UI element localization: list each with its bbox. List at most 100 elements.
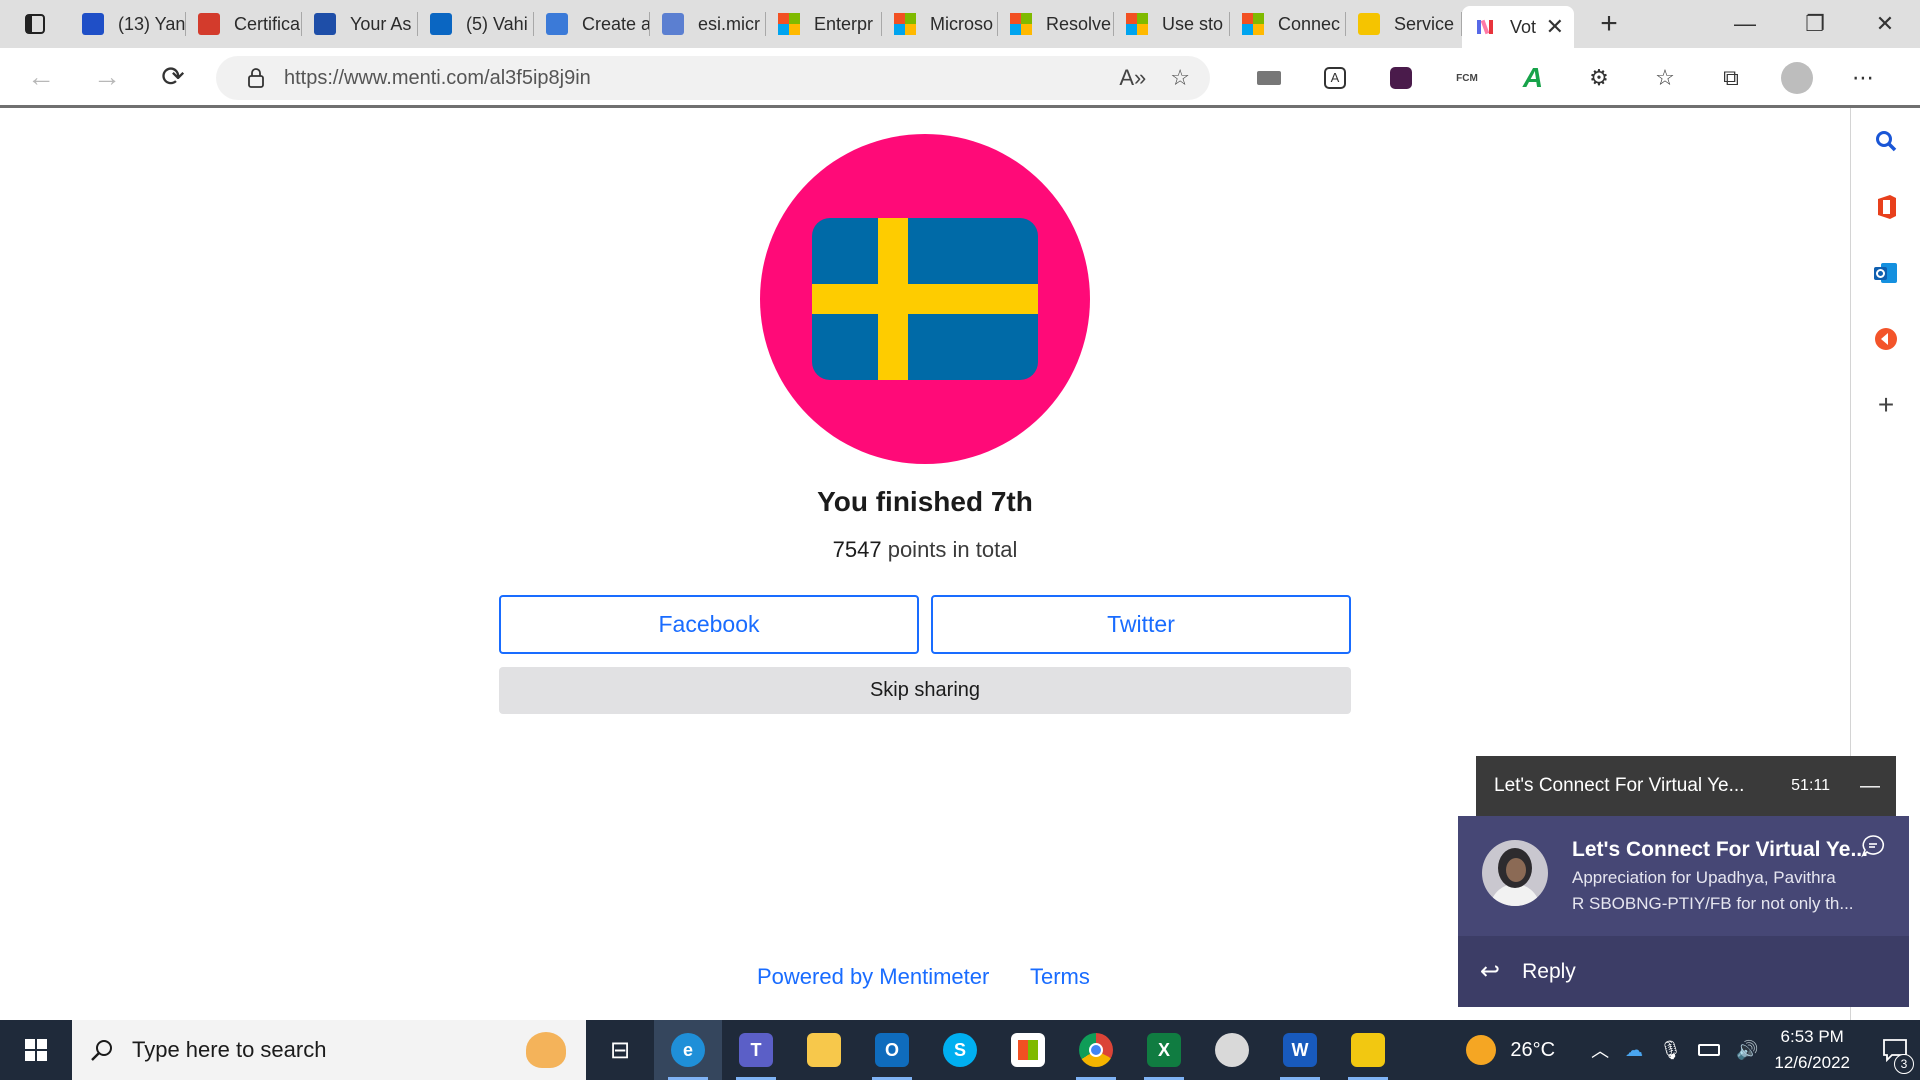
result-avatar bbox=[760, 134, 1090, 464]
browser-tab[interactable]: Create a bbox=[534, 0, 650, 48]
minimize-button[interactable]: — bbox=[1710, 0, 1780, 48]
browser-tab[interactable]: Enterpr bbox=[766, 0, 882, 48]
weather-widget[interactable]: 26°C bbox=[1466, 1035, 1555, 1065]
taskbar-outlook[interactable]: O bbox=[858, 1020, 926, 1080]
start-button[interactable] bbox=[0, 1020, 72, 1080]
browser-tab[interactable]: Certifica bbox=[186, 0, 302, 48]
favorites-icon[interactable]: ☆ bbox=[1632, 54, 1698, 102]
browser-tab[interactable]: esi.micr bbox=[650, 0, 766, 48]
facebook-share-button[interactable]: Facebook bbox=[499, 595, 919, 654]
sidebar-outlook-icon[interactable] bbox=[1851, 240, 1920, 306]
minimize-meeting-icon[interactable]: — bbox=[1850, 775, 1890, 798]
taskbar-excel[interactable]: X bbox=[1130, 1020, 1198, 1080]
sidebar-search-icon[interactable] bbox=[1851, 108, 1920, 174]
browser-tab[interactable]: Connec bbox=[1230, 0, 1346, 48]
browser-tab[interactable]: (13) Yan bbox=[70, 0, 186, 48]
chat-icon[interactable] bbox=[1860, 834, 1886, 858]
lock-icon[interactable] bbox=[246, 67, 266, 89]
notification-count: 3 bbox=[1894, 1054, 1914, 1074]
extension-icon[interactable] bbox=[1368, 54, 1434, 102]
clock[interactable]: 6:53 PM 12/6/2022 bbox=[1774, 1024, 1850, 1076]
sidebar-add-icon[interactable]: + bbox=[1851, 372, 1920, 438]
new-tab-button[interactable]: + bbox=[1584, 0, 1634, 48]
taskbar-teams[interactable]: T bbox=[722, 1020, 790, 1080]
task-view-button[interactable]: ⊟ bbox=[586, 1020, 654, 1080]
microphone-icon[interactable]: 🎙 bbox=[1659, 1040, 1682, 1061]
more-menu-icon[interactable]: ⋯ bbox=[1830, 54, 1896, 102]
read-aloud-icon[interactable]: A» bbox=[1119, 65, 1146, 91]
search-highlight-icon bbox=[526, 1032, 566, 1068]
extension-icon[interactable]: FCM bbox=[1434, 54, 1500, 102]
browser-tab[interactable]: Your As bbox=[302, 0, 418, 48]
active-tab-title: Vot bbox=[1510, 16, 1537, 37]
mentimeter-icon bbox=[1477, 19, 1493, 35]
word-icon: W bbox=[1283, 1033, 1317, 1067]
linkedin-icon bbox=[430, 13, 452, 35]
extension-icon[interactable] bbox=[1236, 54, 1302, 102]
tab-active[interactable]: Vot ✕ bbox=[1462, 6, 1574, 48]
taskbar-word[interactable]: W bbox=[1266, 1020, 1334, 1080]
toast-title: Let's Connect For Virtual Ye... bbox=[1572, 838, 1868, 861]
taskbar-powerbi[interactable] bbox=[1334, 1020, 1402, 1080]
close-window-button[interactable]: ✕ bbox=[1850, 0, 1920, 48]
search-icon bbox=[91, 1040, 112, 1061]
profile-avatar[interactable] bbox=[1764, 54, 1830, 102]
teams-icon: T bbox=[739, 1033, 773, 1067]
stream-video-icon bbox=[314, 13, 336, 35]
viva-engage-icon bbox=[82, 13, 104, 35]
back-button[interactable]: ← bbox=[8, 47, 74, 107]
clock-date: 12/6/2022 bbox=[1774, 1053, 1850, 1072]
taskbar-paint[interactable] bbox=[1198, 1020, 1266, 1080]
browser-tab[interactable]: Microso bbox=[882, 0, 998, 48]
notification-center-button[interactable]: 3 bbox=[1870, 1020, 1920, 1080]
forward-button[interactable]: → bbox=[74, 47, 140, 107]
meeting-timer: 51:11 bbox=[1791, 777, 1830, 794]
battery-icon[interactable] bbox=[1697, 1044, 1720, 1056]
extension-icon[interactable]: A bbox=[1302, 54, 1368, 102]
url-text[interactable]: https://www.menti.com/al3f5ip8j9in bbox=[284, 67, 591, 90]
browser-tab[interactable]: Use sto bbox=[1114, 0, 1230, 48]
twitter-share-button[interactable]: Twitter bbox=[931, 595, 1351, 654]
tab-title: Enterpr bbox=[814, 13, 874, 34]
outlook-icon: O bbox=[875, 1033, 909, 1067]
tab-title: Your As bbox=[350, 13, 412, 34]
taskbar-skype[interactable]: S bbox=[926, 1020, 994, 1080]
powered-by-link[interactable]: Powered by Mentimeter bbox=[757, 964, 989, 990]
skype-icon: S bbox=[943, 1033, 977, 1067]
search-placeholder: Type here to search bbox=[132, 1037, 327, 1062]
onedrive-icon[interactable]: ☁ bbox=[1625, 1040, 1643, 1061]
taskbar-chrome[interactable] bbox=[1062, 1020, 1130, 1080]
taskbar-store[interactable] bbox=[994, 1020, 1062, 1080]
terms-link[interactable]: Terms bbox=[1030, 964, 1090, 990]
tab-title: Resolve bbox=[1046, 13, 1112, 34]
sidebar-drop-icon[interactable] bbox=[1851, 306, 1920, 372]
toast-message-line: R SBOBNG-PTIY/FB for not only th... bbox=[1572, 894, 1854, 913]
teams-notification-toast[interactable]: Let's Connect For Virtual Ye... Apprecia… bbox=[1458, 816, 1909, 1007]
collections-icon[interactable]: ⧉ bbox=[1698, 54, 1764, 102]
taskbar-edge[interactable]: e bbox=[654, 1020, 722, 1080]
browser-tab[interactable]: Resolve bbox=[998, 0, 1114, 48]
sender-avatar bbox=[1482, 840, 1548, 906]
volume-icon[interactable]: 🔊 bbox=[1736, 1040, 1758, 1061]
pdf-icon bbox=[198, 13, 220, 35]
taskbar-file-explorer[interactable] bbox=[790, 1020, 858, 1080]
teams-meeting-mini-window[interactable]: Let's Connect For Virtual Ye... 51:11 — bbox=[1476, 756, 1896, 816]
sidebar-office-icon[interactable] bbox=[1851, 174, 1920, 240]
result-title: You finished 7th bbox=[817, 486, 1033, 517]
browser-tab[interactable]: (5) Vahi bbox=[418, 0, 534, 48]
tab-actions-button[interactable] bbox=[0, 0, 70, 48]
refresh-button[interactable]: ⟳ bbox=[140, 47, 206, 107]
reply-arrow-icon: ↩ bbox=[1480, 958, 1501, 985]
taskbar-search-box[interactable]: Type here to search bbox=[72, 1020, 586, 1080]
show-hidden-icons[interactable]: ︿ bbox=[1591, 1037, 1609, 1063]
browser-tab[interactable]: Service bbox=[1346, 0, 1462, 48]
address-bar[interactable]: https://www.menti.com/al3f5ip8j9in A» ☆ bbox=[216, 56, 1210, 100]
extensions-puzzle-icon[interactable]: ⚙ bbox=[1566, 54, 1632, 102]
skip-sharing-button[interactable]: Skip sharing bbox=[499, 667, 1351, 714]
chrome-icon bbox=[1079, 1033, 1113, 1067]
reply-button[interactable]: ↩ Reply bbox=[1458, 936, 1909, 1007]
close-tab-icon[interactable]: ✕ bbox=[1546, 14, 1564, 40]
restore-button[interactable]: ❐ bbox=[1780, 0, 1850, 48]
extension-icon[interactable]: A bbox=[1500, 54, 1566, 102]
add-favorite-icon[interactable]: ☆ bbox=[1170, 65, 1190, 91]
